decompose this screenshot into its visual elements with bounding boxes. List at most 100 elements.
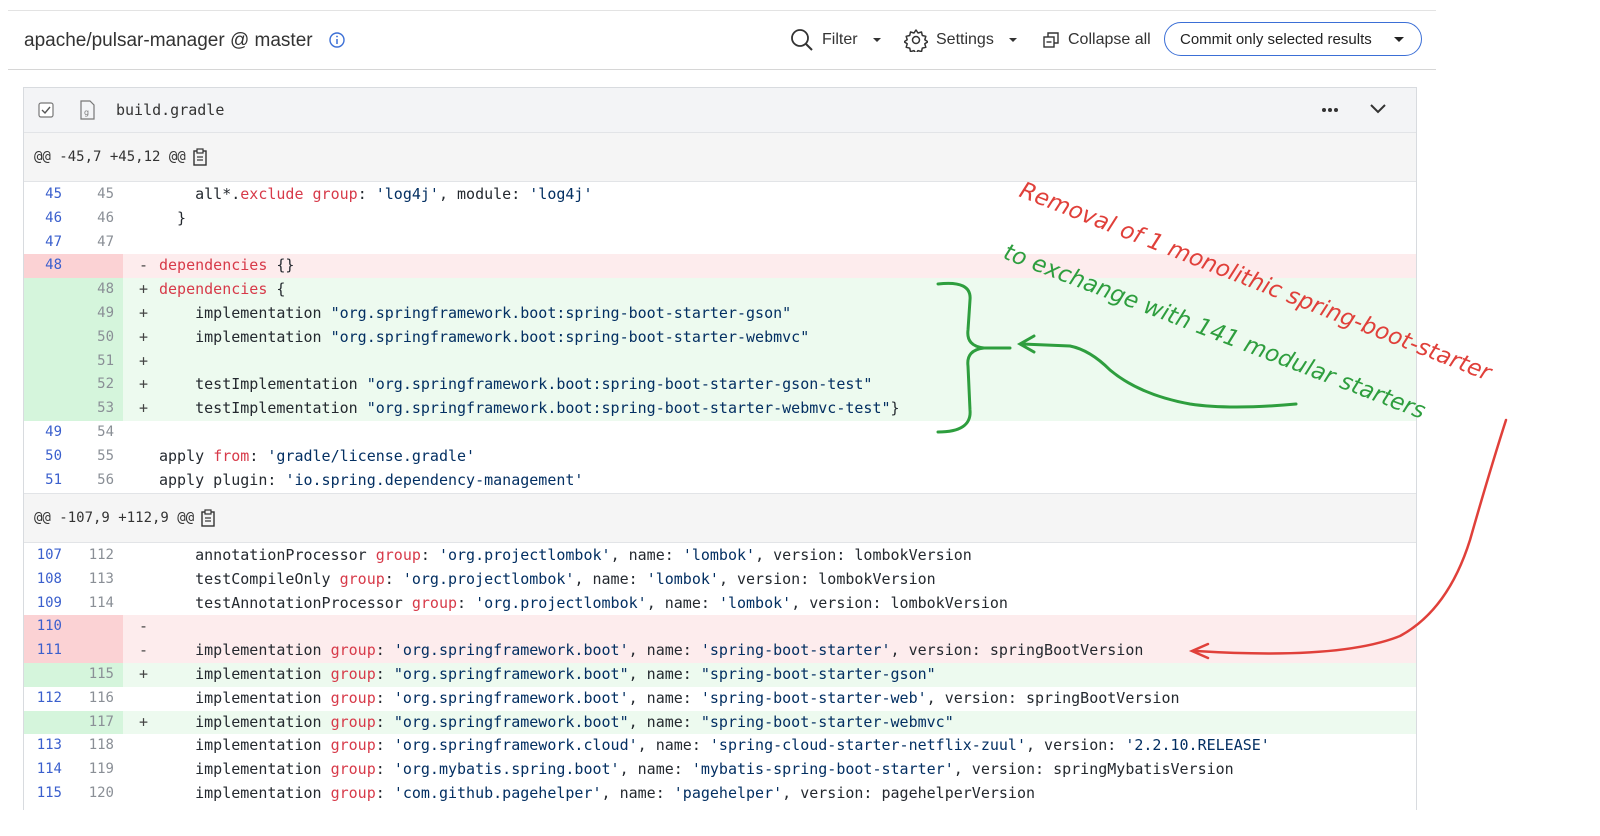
commit-selected-label: Commit only selected results [1180, 30, 1372, 48]
code-text: implementation group: "org.springframewo… [159, 663, 936, 687]
added-line: 49 + implementation "org.springframework.… [24, 301, 1416, 326]
code-plain: { [267, 280, 286, 299]
code-keyword: group [339, 569, 385, 588]
code-keyword: group [411, 593, 458, 612]
old-line-number: 48 [45, 257, 62, 274]
top-toolbar: apache/pulsar-manager @ master Filter Se… [8, 10, 1436, 70]
diff-sign: + [139, 712, 149, 731]
code-plain: , version: springBootVersion [926, 688, 1180, 707]
info-icon[interactable] [328, 31, 346, 49]
commit-selected-button[interactable]: Commit only selected results [1164, 22, 1422, 56]
code-text: } [159, 207, 186, 231]
code-string: "spring-boot-starter-webmvc" [700, 712, 954, 731]
code-string: 'spring-cloud-starter-netflix-zuul' [709, 736, 1026, 755]
settings-button[interactable]: Settings [904, 27, 1020, 53]
code-plain: , name: [628, 641, 701, 660]
chevron-down-icon[interactable] [1368, 99, 1388, 119]
code-text: testCompileOnly group: 'org.projectlombo… [159, 568, 936, 592]
code-text: testImplementation "org.springframework.… [159, 373, 872, 397]
code-keyword: dependencies [159, 280, 268, 299]
old-line-number: 113 [36, 737, 62, 754]
diff-sign: + [139, 375, 149, 394]
code-plain: , name: [601, 783, 674, 802]
gradle-file-icon: g [80, 100, 95, 120]
code-plain: : [357, 185, 376, 203]
code-string: "org.springframework.boot:spring-boot-st… [330, 303, 792, 322]
code-keyword: group [330, 783, 376, 802]
context-line: 51 56 apply plugin: 'io.spring.dependency-… [24, 469, 1416, 493]
filter-button[interactable]: Filter [790, 27, 884, 53]
more-options-icon[interactable] [1320, 100, 1340, 120]
code-plain: implementation [159, 327, 331, 346]
code-plain: implementation [159, 664, 331, 683]
old-line-number: 110 [36, 618, 62, 635]
code-string: 'spring-boot-starter-web' [700, 688, 927, 707]
context-line: 115 120 implementation group: 'com.github… [24, 782, 1416, 806]
new-line-number: 54 [97, 423, 114, 440]
code-plain: , name: [646, 593, 719, 612]
code-plain: testAnnotationProcessor [159, 593, 412, 612]
code-keyword: group [330, 641, 376, 660]
context-line: 109 114 testAnnotationProcessor group: 'o… [24, 592, 1416, 616]
code-string: "org.springframework.boot" [393, 712, 629, 731]
added-line: 115 + implementation group: "org.springfr… [24, 662, 1416, 687]
code-string: 'org.projectlombok' [475, 593, 647, 612]
old-line-number: 112 [36, 689, 62, 706]
clipboard-icon[interactable] [200, 509, 216, 527]
new-line-number: 118 [88, 737, 114, 754]
clipboard-icon[interactable] [192, 148, 208, 166]
checkbox-icon[interactable] [38, 102, 54, 118]
code-string: '2.2.10.RELEASE' [1125, 736, 1270, 755]
code-text: dependencies { [159, 278, 285, 302]
old-line-number: 50 [45, 447, 62, 464]
diff-sign: + [139, 664, 149, 683]
old-line-number: 111 [36, 642, 62, 659]
code-string: 'org.projectlombok' [402, 569, 575, 588]
code-text: all*.exclude group: 'log4j', module: 'lo… [159, 183, 593, 207]
hunk-range: @@ -107,9 +112,9 @@ [34, 510, 195, 526]
code-plain: implementation [159, 783, 331, 802]
code-string: 'org.projectlombok' [438, 546, 611, 564]
caret-down-icon [1008, 38, 1017, 42]
new-line-number: 53 [97, 400, 114, 417]
context-line: 46 46 } [24, 207, 1416, 231]
code-plain: , version: springBootVersion [890, 641, 1144, 660]
new-line-number: 45 [97, 186, 114, 202]
new-line-number: 49 [97, 304, 114, 321]
code-plain: , name: [619, 760, 692, 779]
settings-label: Settings [936, 31, 994, 48]
code-string: 'spring-boot-starter' [700, 641, 891, 660]
new-line-number: 46 [97, 209, 114, 226]
old-line-number: 108 [36, 570, 62, 587]
code-keyword: from [213, 446, 250, 465]
added-line: 51 + [24, 349, 1416, 374]
code-plain: : [375, 736, 394, 755]
code-plain: annotationProcessor [159, 546, 376, 564]
code-text: testImplementation "org.springframework.… [159, 397, 899, 421]
gear-icon [904, 29, 928, 52]
code-plain: testCompileOnly [159, 569, 340, 588]
code-string: 'mybatis-spring-boot-starter' [691, 760, 954, 779]
code-plain: : [457, 593, 476, 612]
collapse-all-button[interactable]: Collapse all [1042, 27, 1151, 53]
code-text: implementation group: 'org.springframewo… [159, 734, 1270, 758]
code-plain: {} [267, 256, 295, 275]
new-line-number: 117 [88, 713, 114, 730]
old-line-number: 49 [45, 423, 62, 440]
code-plain: , version: lombokVersion [755, 546, 972, 564]
removed-line: 110 - [24, 615, 1416, 640]
code-text: apply plugin: 'io.spring.dependency-mana… [159, 469, 583, 493]
code-plain: implementation [159, 303, 331, 322]
code-text: implementation "org.springframework.boot… [159, 326, 809, 350]
code-string: 'log4j' [529, 185, 593, 203]
repo-branch-title: apache/pulsar-manager @ master [24, 30, 313, 51]
old-line-number: 107 [36, 547, 62, 563]
context-line: 107 112 annotationProcessor group: 'org.p… [24, 544, 1416, 568]
code-keyword: dependencies [159, 256, 268, 275]
code-string: 'gradle/license.gradle' [267, 446, 476, 465]
code-plain: , version: pagehelperVersion [782, 783, 1036, 802]
code-plain: implementation [159, 760, 331, 779]
code-string: 'lombok' [682, 546, 756, 564]
code-plain: , version: [1025, 736, 1126, 755]
context-line: 108 113 testCompileOnly group: 'org.proje… [24, 568, 1416, 592]
